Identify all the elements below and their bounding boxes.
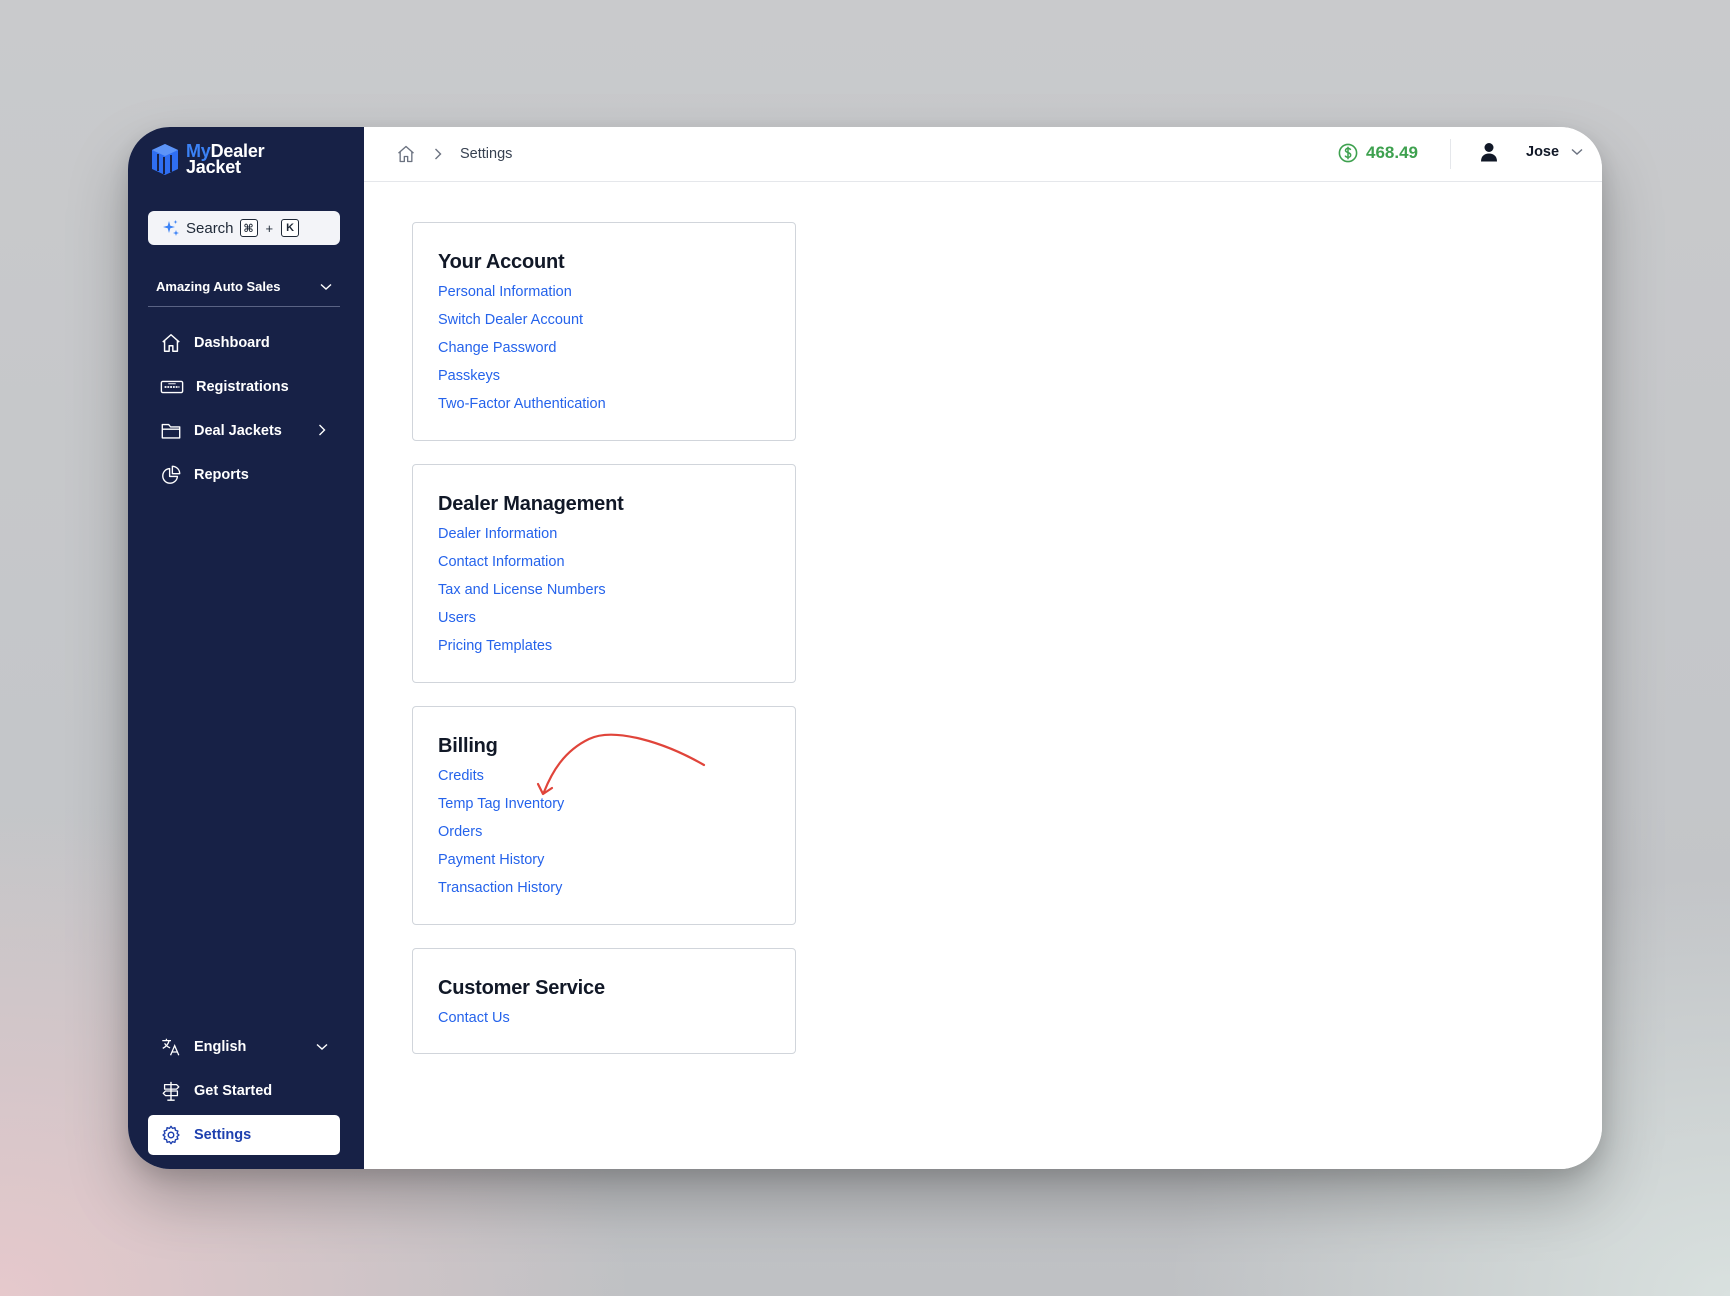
account-card: Your Account Personal Information Switch… <box>412 222 796 441</box>
sidebar-item-label: Deal Jackets <box>194 423 282 439</box>
breadcrumb-current: Settings <box>460 146 513 162</box>
home-icon <box>162 334 180 352</box>
app-window: MyDealer Jacket Search ⌘ + K Amazing Aut… <box>128 127 1602 1169</box>
breadcrumb: Settings <box>396 144 512 164</box>
link-pricing-templates[interactable]: Pricing Templates <box>438 638 770 666</box>
link-change-password[interactable]: Change Password <box>438 340 770 368</box>
link-credits[interactable]: Credits <box>438 768 770 796</box>
chevron-right-icon <box>319 424 326 436</box>
link-payment-history[interactable]: Payment History <box>438 852 770 880</box>
sidebar-nav: Dashboard Registrations Deal Jackets Rep… <box>148 323 340 499</box>
pie-chart-icon <box>162 465 181 484</box>
sidebar: MyDealer Jacket Search ⌘ + K Amazing Aut… <box>128 127 364 1169</box>
header-divider <box>1450 139 1451 169</box>
link-contact-us[interactable]: Contact Us <box>438 1010 770 1038</box>
dealer-account-label: Amazing Auto Sales <box>156 279 281 294</box>
chevron-right-icon <box>435 148 442 160</box>
dollar-circle-icon <box>1338 143 1358 163</box>
sidebar-item-label: Get Started <box>194 1083 273 1099</box>
link-temp-tag-inventory[interactable]: Temp Tag Inventory <box>438 796 770 824</box>
link-users[interactable]: Users <box>438 610 770 638</box>
sidebar-item-reports[interactable]: Reports <box>148 455 340 495</box>
sidebar-item-label: Settings <box>194 1127 252 1143</box>
card-title: Billing <box>438 735 498 757</box>
link-tax-and-license-numbers[interactable]: Tax and License Numbers <box>438 582 770 610</box>
user-icon <box>1481 143 1497 162</box>
card-title: Dealer Management <box>438 493 624 515</box>
chevron-down-icon <box>316 1043 328 1050</box>
chevron-down-icon <box>320 283 332 290</box>
link-transaction-history[interactable]: Transaction History <box>438 880 770 908</box>
sidebar-item-label: Dashboard <box>194 335 270 351</box>
sidebar-item-settings[interactable]: Settings <box>148 1115 340 1155</box>
sidebar-item-get-started[interactable]: Get Started <box>148 1071 340 1111</box>
brand-jacket: Jacket <box>186 157 241 177</box>
main-content: Settings 468.49 Jose Your Account Person… <box>364 127 1602 1169</box>
search-button[interactable]: Search ⌘ + K <box>148 211 340 245</box>
folder-icon <box>161 423 181 439</box>
user-menu[interactable]: Jose <box>1480 142 1583 162</box>
sidebar-item-deal-jackets[interactable]: Deal Jackets <box>148 411 340 451</box>
sidebar-item-label: Registrations <box>196 379 289 395</box>
link-switch-dealer-account[interactable]: Switch Dealer Account <box>438 312 770 340</box>
gear-icon <box>162 1125 180 1145</box>
customer-service-card: Customer Service Contact Us <box>412 948 796 1054</box>
kbd-plus: + <box>265 220 274 236</box>
sidebar-item-dashboard[interactable]: Dashboard <box>148 323 340 363</box>
card-title: Customer Service <box>438 977 605 999</box>
kbd-k: K <box>281 219 300 237</box>
language-label: English <box>194 1039 247 1055</box>
credit-balance[interactable]: 468.49 <box>1338 143 1418 163</box>
link-personal-information[interactable]: Personal Information <box>438 284 770 312</box>
dealer-account-select[interactable]: Amazing Auto Sales <box>148 267 340 307</box>
sparkle-icon <box>163 220 179 236</box>
search-label: Search <box>186 219 234 237</box>
link-orders[interactable]: Orders <box>438 824 770 852</box>
balance-amount: 468.49 <box>1366 143 1418 162</box>
brand-name: MyDealer Jacket <box>186 142 265 177</box>
sidebar-item-registrations[interactable]: Registrations <box>148 367 340 407</box>
user-name: Jose <box>1526 144 1560 160</box>
language-select[interactable]: English <box>148 1027 340 1067</box>
kbd-cmd: ⌘ <box>239 219 258 237</box>
link-two-factor-authentication[interactable]: Two-Factor Authentication <box>438 396 770 424</box>
sidebar-footer-nav: English Get Started Settings <box>148 1027 340 1159</box>
signpost-icon <box>162 1081 180 1101</box>
translate-icon <box>162 1038 180 1056</box>
top-bar: Settings 468.49 Jose <box>364 127 1602 182</box>
link-dealer-information[interactable]: Dealer Information <box>438 526 770 554</box>
chevron-down-icon <box>1571 148 1583 155</box>
sidebar-item-label: Reports <box>194 467 249 483</box>
link-contact-information[interactable]: Contact Information <box>438 554 770 582</box>
card-title: Your Account <box>438 251 565 273</box>
license-plate-icon <box>160 380 184 394</box>
logo-icon <box>152 144 178 175</box>
dealer-management-card: Dealer Management Dealer Information Con… <box>412 464 796 683</box>
home-icon[interactable] <box>396 144 416 164</box>
link-passkeys[interactable]: Passkeys <box>438 368 770 396</box>
brand-logo[interactable]: MyDealer Jacket <box>148 141 265 177</box>
billing-card: Billing Credits Temp Tag Inventory Order… <box>412 706 796 925</box>
